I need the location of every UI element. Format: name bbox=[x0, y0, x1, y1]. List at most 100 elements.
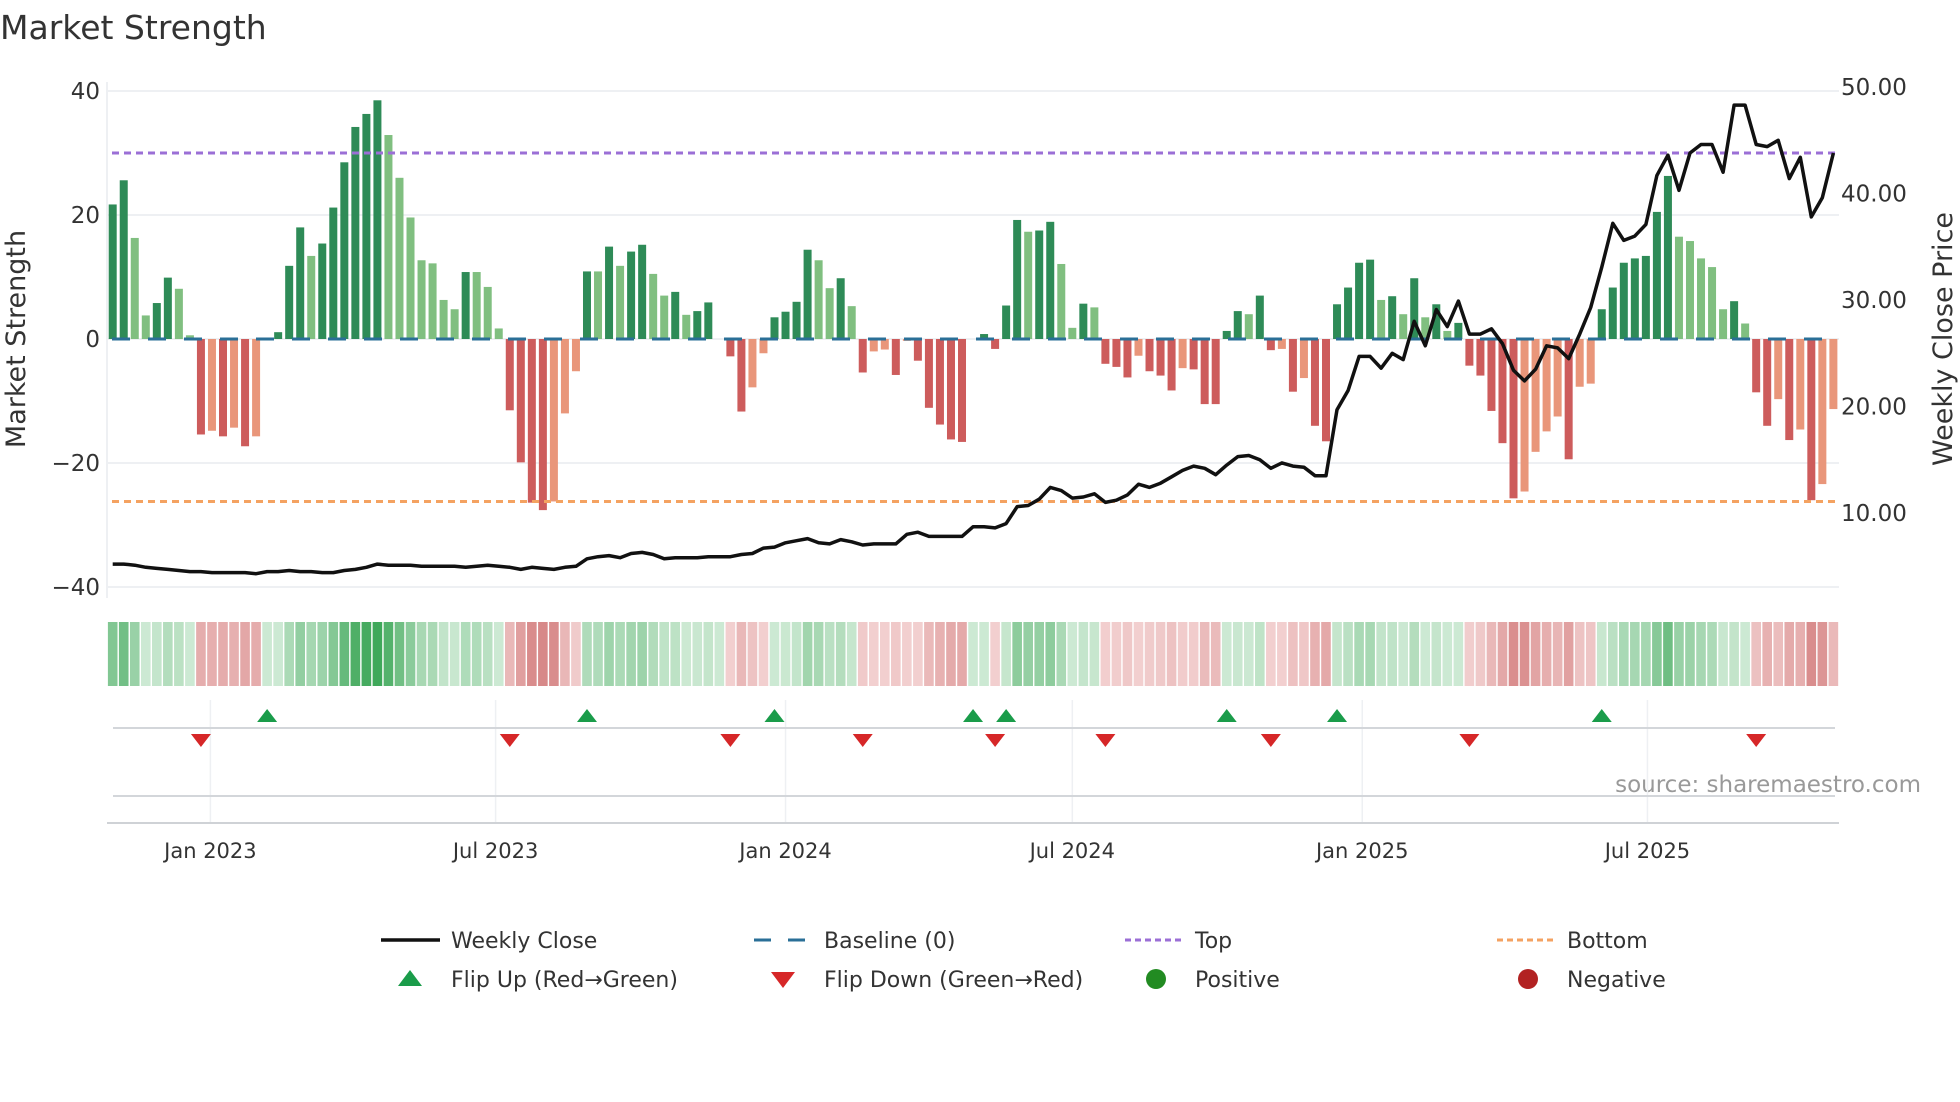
heatmap-cell bbox=[703, 622, 714, 686]
flip-down-marker bbox=[1260, 734, 1281, 747]
strength-bars bbox=[108, 100, 1838, 511]
strength-bar bbox=[1399, 314, 1408, 339]
heatmap-cell bbox=[516, 622, 526, 686]
strength-bar bbox=[935, 339, 944, 425]
strength-bar bbox=[1134, 339, 1143, 356]
strength-bar bbox=[1377, 299, 1386, 339]
legend-item-close: Weekly Close bbox=[381, 929, 597, 954]
heatmap-cell bbox=[1089, 622, 1100, 686]
strength-bar bbox=[1068, 327, 1077, 339]
heatmap-cell bbox=[152, 622, 162, 686]
heatmap-cell bbox=[1541, 622, 1552, 686]
left-tick-label: 40 bbox=[71, 79, 100, 105]
flip-up-icon bbox=[398, 970, 422, 986]
strength-bar bbox=[1123, 339, 1132, 378]
left-axis-title: Market Strength bbox=[1, 230, 32, 448]
heatmap-cell bbox=[229, 622, 239, 686]
strength-bar bbox=[803, 249, 812, 339]
strength-bar bbox=[230, 339, 239, 428]
strength-bar bbox=[1719, 309, 1728, 339]
strength-bar bbox=[1752, 339, 1761, 393]
heatmap-cell bbox=[449, 622, 460, 686]
strength-bar bbox=[483, 286, 492, 339]
strength-bar bbox=[516, 339, 525, 463]
heatmap-cell bbox=[913, 622, 923, 686]
left-tick-label: −40 bbox=[51, 575, 100, 601]
heatmap-cell bbox=[747, 622, 758, 686]
strength-bar bbox=[252, 339, 261, 437]
legend-label: Negative bbox=[1567, 968, 1666, 993]
heatmap-cell bbox=[438, 622, 449, 686]
strength-heatmap bbox=[107, 622, 1839, 686]
strength-bar bbox=[627, 251, 636, 339]
heatmap-cell bbox=[240, 622, 250, 686]
heatmap-cell bbox=[1751, 622, 1761, 686]
heatmap-cell bbox=[383, 622, 394, 686]
heatmap-cell bbox=[1354, 622, 1364, 686]
strength-bar bbox=[825, 288, 834, 339]
strength-bar bbox=[726, 339, 735, 357]
heatmap-cell bbox=[163, 622, 173, 686]
strength-bar bbox=[417, 260, 426, 339]
heatmap-cell bbox=[262, 622, 272, 686]
heatmap-cell bbox=[1652, 622, 1662, 686]
heatmap-cell bbox=[1817, 622, 1828, 686]
heatmap-cell bbox=[1299, 622, 1309, 686]
legend-label: Top bbox=[1194, 929, 1232, 954]
strength-bar bbox=[1630, 258, 1639, 339]
strength-bar bbox=[318, 243, 327, 339]
x-tick-label: Jan 2023 bbox=[162, 839, 257, 863]
negative-dot-icon bbox=[1518, 969, 1538, 989]
strength-bar bbox=[527, 339, 536, 503]
strength-bar bbox=[1002, 305, 1011, 339]
heatmap-cell bbox=[659, 622, 669, 686]
heatmap-cell bbox=[1155, 622, 1166, 686]
strength-bar bbox=[472, 272, 481, 339]
heatmap-cell bbox=[1464, 622, 1475, 686]
axes: 40 20 0 −20 −40 50.00 40.00 30.00 20.00 10.00 Jan … bbox=[51, 75, 1906, 863]
strength-bar bbox=[373, 100, 382, 339]
heatmap-cell bbox=[1332, 622, 1342, 686]
strength-bar bbox=[152, 303, 161, 339]
heatmap-cell bbox=[118, 622, 129, 686]
heatmap-cell bbox=[857, 622, 868, 686]
heatmap-cell bbox=[482, 622, 493, 686]
heatmap-cell bbox=[637, 622, 647, 686]
heatmap-cell bbox=[902, 622, 912, 686]
heatmap-cell bbox=[1718, 622, 1728, 686]
left-tick-label: −20 bbox=[51, 451, 100, 477]
strength-bar bbox=[1145, 339, 1154, 372]
strength-bar bbox=[1685, 241, 1694, 339]
strength-bar bbox=[1796, 339, 1805, 430]
heatmap-cell bbox=[1574, 622, 1585, 686]
legend-item-flip_up: Flip Up (Red→Green) bbox=[398, 968, 678, 993]
strength-bar bbox=[108, 204, 117, 339]
heatmap-cell bbox=[372, 622, 383, 686]
heatmap-cell bbox=[339, 622, 350, 686]
heatmap-cell bbox=[460, 622, 471, 686]
heatmap-cell bbox=[1144, 622, 1155, 686]
flip-down-marker bbox=[1746, 734, 1767, 747]
strength-bar bbox=[329, 207, 338, 339]
heatmap-cell bbox=[1210, 622, 1221, 686]
x-tick-label: Jul 2025 bbox=[1603, 839, 1690, 863]
strength-bar bbox=[594, 271, 603, 339]
strength-bar bbox=[1465, 339, 1474, 366]
heatmap-cell bbox=[868, 622, 879, 686]
legend: Weekly Close Baseline (0) Top Bottom Flip Up… bbox=[381, 929, 1666, 993]
strength-bar bbox=[1763, 339, 1772, 426]
strength-bar bbox=[1333, 304, 1342, 339]
heatmap-cell bbox=[1497, 622, 1508, 686]
strength-bar bbox=[858, 339, 867, 373]
legend-item-bottom: Bottom bbox=[1497, 929, 1648, 954]
strength-bar bbox=[1807, 339, 1816, 501]
heatmap-cell bbox=[427, 622, 438, 686]
x-tick-label: Jan 2025 bbox=[1314, 839, 1409, 863]
right-tick-label: 10.00 bbox=[1841, 501, 1907, 527]
strength-bar bbox=[406, 217, 415, 339]
heatmap-cell bbox=[284, 622, 294, 686]
strength-bar bbox=[770, 317, 779, 339]
strength-bar bbox=[1090, 307, 1099, 339]
right-tick-label: 30.00 bbox=[1841, 288, 1907, 314]
strength-bar bbox=[649, 273, 658, 339]
